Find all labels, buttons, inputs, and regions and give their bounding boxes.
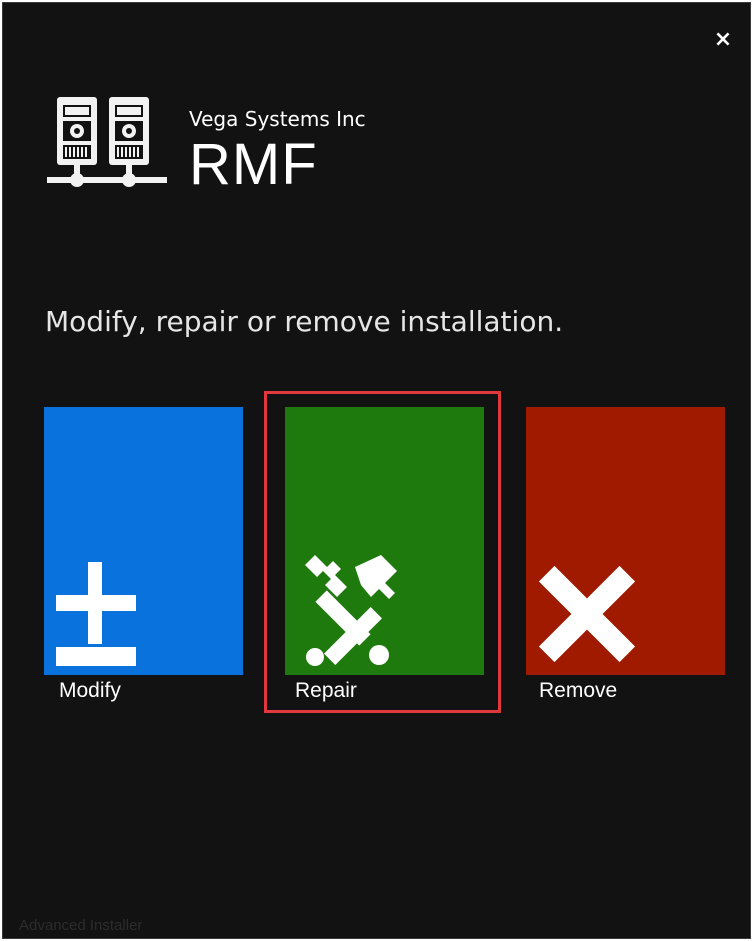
page-heading: Modify, repair or remove installation.	[45, 305, 564, 338]
installer-branding: Advanced Installer	[19, 917, 143, 934]
modify-button[interactable]	[44, 407, 243, 675]
selection-highlight	[264, 391, 501, 713]
modify-label: Modify	[59, 679, 121, 702]
vendor-name: Vega Systems Inc	[189, 107, 366, 131]
close-icon: ×	[713, 26, 733, 52]
x-icon	[538, 565, 636, 663]
installer-window: × Vega Systems Inc RMF Modify, repair or…	[2, 2, 751, 939]
close-button[interactable]: ×	[709, 25, 737, 53]
plus-minus-icon	[56, 562, 136, 666]
product-name: RMF	[189, 132, 318, 197]
server-logo-icon	[47, 97, 167, 187]
remove-label: Remove	[539, 679, 618, 702]
remove-button[interactable]	[526, 407, 725, 675]
